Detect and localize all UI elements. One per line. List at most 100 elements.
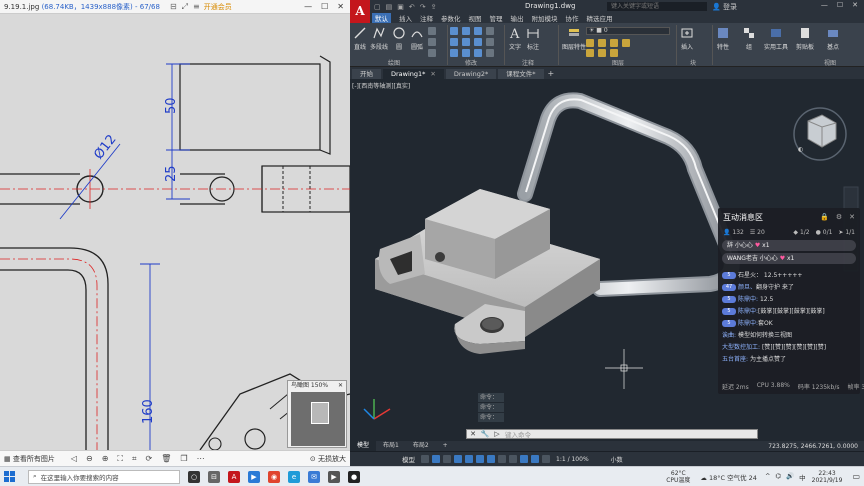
taskbar-clock[interactable]: 22:43 2021/9/19 [812, 470, 843, 484]
rotate-icon[interactable]: ⟳ [146, 454, 153, 464]
doc-tab-drawing1[interactable]: Drawing1* ✕ [383, 69, 444, 79]
add-layout-icon[interactable]: + [436, 441, 455, 451]
share-icon[interactable]: ⇪ [431, 3, 437, 11]
vip-button[interactable]: 开通会员 [204, 2, 232, 12]
layer-lock-icon[interactable] [610, 39, 618, 47]
doc-tab-drawing2[interactable]: Drawing2* [445, 69, 497, 79]
layer-walk-icon[interactable] [610, 49, 618, 57]
array-icon[interactable] [474, 49, 482, 57]
line-tool[interactable]: 直线 [353, 26, 367, 51]
ribbon-tab-parametric[interactable]: 参数化 [441, 13, 461, 23]
prev-image-icon[interactable]: ◁ [71, 454, 77, 464]
selection-cycling-icon[interactable] [520, 455, 528, 463]
cad-minimize-icon[interactable]: — [821, 1, 828, 9]
layer-previous-icon[interactable] [598, 49, 606, 57]
doc-tab-start[interactable]: 开始 [352, 69, 381, 79]
units-selector[interactable]: 小数 [611, 455, 623, 464]
pin-icon[interactable]: ⊟ [170, 2, 177, 12]
close-command-icon[interactable]: ✕ [467, 430, 479, 438]
command-line[interactable]: ✕ 🔧 ▷ 键入命令 [466, 429, 758, 439]
layer-freeze-icon[interactable] [598, 39, 606, 47]
osnap-tracking-icon[interactable] [476, 455, 484, 463]
network-icon[interactable]: ⌬ [775, 472, 781, 482]
edge-icon[interactable]: e [288, 470, 300, 483]
start-button[interactable] [4, 471, 20, 482]
fillet-icon[interactable] [474, 38, 482, 46]
copy-tool-icon[interactable] [450, 38, 458, 46]
erase-icon[interactable] [486, 27, 494, 35]
maximize-icon[interactable]: ☐ [321, 2, 328, 11]
ortho-toggle-icon[interactable] [443, 455, 451, 463]
properties-tool[interactable]: 特性 [716, 26, 730, 51]
wrench-icon[interactable]: 🔧 [479, 430, 491, 438]
undo-icon[interactable]: ↶ [409, 3, 415, 11]
save-icon[interactable]: ▣ [397, 3, 404, 11]
open-icon[interactable]: ▤ [386, 3, 393, 11]
copy-icon[interactable]: ❐ [180, 454, 187, 464]
dimension-tool[interactable]: 标注 [526, 26, 540, 51]
cad-maximize-icon[interactable]: ☐ [837, 1, 843, 9]
layout-tab-layout1[interactable]: 布局1 [376, 441, 406, 451]
object-snap-icon[interactable] [487, 455, 495, 463]
layout-tab-layout2[interactable]: 布局2 [406, 441, 436, 451]
new-icon[interactable]: ▢ [374, 3, 381, 11]
ribbon-tab-featured[interactable]: 精选应用 [587, 13, 613, 23]
isodraft-toggle-icon[interactable] [465, 455, 473, 463]
bird-eye-navigator[interactable]: 鸟瞰图 150% ✕ [287, 380, 347, 448]
polyline-tool[interactable]: 多段线 [370, 26, 388, 51]
ribbon-tab-manage[interactable]: 管理 [490, 13, 503, 23]
ime-indicator[interactable]: 中 [799, 472, 806, 482]
polar-toggle-icon[interactable] [454, 455, 462, 463]
grid-toggle-icon[interactable] [421, 455, 429, 463]
rectangle-icon[interactable] [428, 27, 436, 35]
mail-icon[interactable]: ✉ [308, 470, 320, 483]
model-space-button[interactable]: 模型 [402, 454, 415, 464]
rotate-tool-icon[interactable] [462, 27, 470, 35]
ribbon-tab-view[interactable]: 视图 [469, 13, 482, 23]
ribbon-tab-collaborate[interactable]: 协作 [566, 13, 579, 23]
chat-close-icon[interactable]: ✕ [849, 213, 855, 221]
group-tool[interactable]: 组 [742, 26, 756, 51]
viewport-controls[interactable]: [-][西南等轴测][真实] [352, 81, 410, 90]
trim-icon[interactable] [474, 27, 482, 35]
lock-icon[interactable]: 🔒 [820, 213, 829, 221]
menu-icon[interactable]: ≡ [193, 2, 200, 12]
layer-dropdown[interactable]: ☀ ■ 0 [586, 27, 670, 35]
ribbon-tab-addins[interactable]: 附加模块 [532, 13, 558, 23]
media-player-icon[interactable]: ▶ [328, 470, 340, 483]
cad-close-icon[interactable]: ✕ [852, 1, 858, 9]
lineweight-toggle-icon[interactable] [498, 455, 506, 463]
navigator-thumbnail[interactable] [291, 392, 345, 446]
chrome-icon[interactable]: ◉ [268, 470, 280, 483]
crop-icon[interactable]: ⌗ [132, 454, 137, 464]
layer-on-icon[interactable] [586, 39, 594, 47]
autocad-app-icon[interactable]: A [228, 470, 240, 483]
close-icon[interactable]: ✕ [337, 2, 344, 11]
ribbon-tab-insert[interactable]: 插入 [399, 13, 412, 23]
obs-icon[interactable]: ● [348, 470, 360, 483]
notification-icon[interactable]: ▭ [852, 472, 860, 481]
offset-icon[interactable] [486, 49, 494, 57]
text-tool[interactable]: A 文字 [508, 26, 522, 51]
redo-icon[interactable]: ↷ [420, 3, 426, 11]
volume-icon[interactable]: 🔊 [786, 472, 794, 482]
weather-widget[interactable]: ☁ 18°C 空气优 24 [700, 472, 757, 482]
circle-tool[interactable]: 圆 [392, 26, 406, 51]
mirror-icon[interactable] [462, 38, 470, 46]
layout-tab-model[interactable]: 模型 [350, 441, 377, 451]
layer-properties-tool[interactable]: 图层特性 [562, 26, 586, 51]
command-input[interactable]: 键入命令 [505, 429, 531, 439]
multitask-icon[interactable]: ⊟ [208, 470, 220, 483]
explode-icon[interactable] [486, 38, 494, 46]
snap-toggle-icon[interactable] [432, 455, 440, 463]
dynamic-ucs-icon[interactable] [542, 455, 550, 463]
move-icon[interactable] [450, 27, 458, 35]
boundary-icon[interactable] [428, 49, 436, 57]
zoom-out-icon[interactable]: ⊖ [86, 454, 93, 464]
ribbon-tab-annotate[interactable]: 注释 [420, 13, 433, 23]
scale-icon[interactable] [462, 49, 470, 57]
annotation-scale[interactable]: 1:1 / 100% [556, 456, 589, 463]
fullscreen-icon[interactable]: ⤢ [182, 2, 188, 12]
delete-icon[interactable]: 🗑 [161, 454, 171, 464]
transparency-toggle-icon[interactable] [509, 455, 517, 463]
